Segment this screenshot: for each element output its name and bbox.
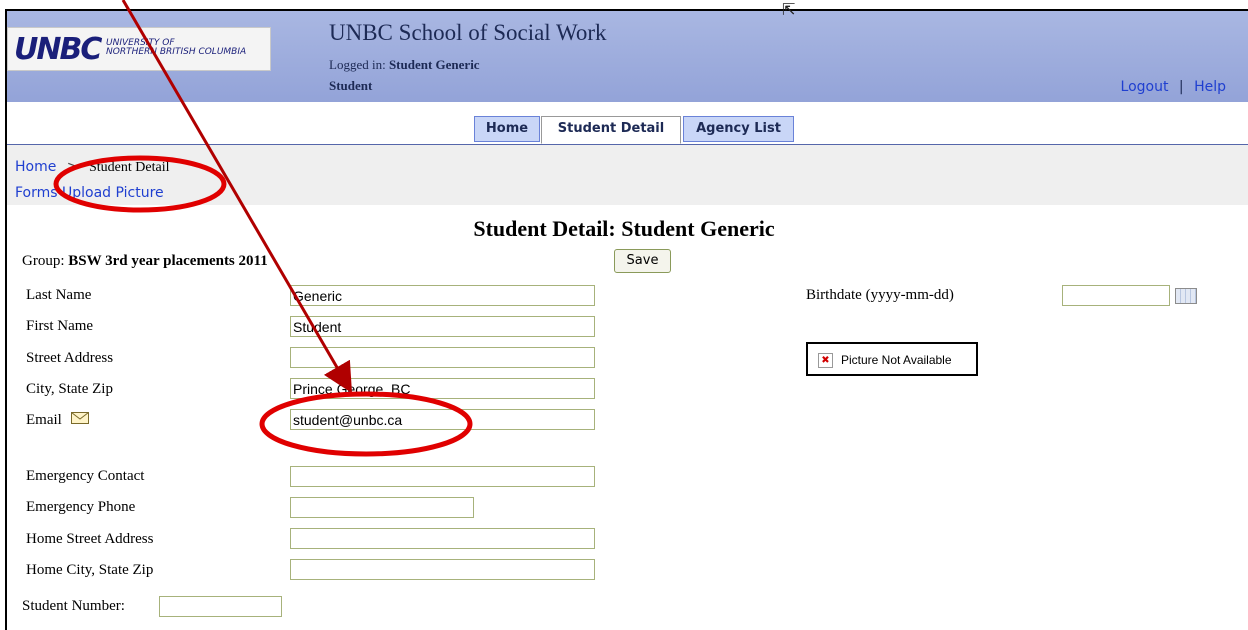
emergency-contact-label: Emergency Contact — [26, 468, 145, 484]
upload-picture-link[interactable]: Upload Picture — [62, 185, 164, 201]
logout-link[interactable]: Logout — [1121, 79, 1169, 95]
breadcrumb-current: Student Detail — [88, 160, 170, 175]
user-role: Student — [329, 78, 373, 93]
logo-text-line2: NORTHERN BRITISH COLUMBIA — [106, 47, 247, 57]
logo-text: UNIVERSITY OF NORTHERN BRITISH COLUMBIA — [106, 39, 246, 57]
student-number-label: Student Number: — [22, 598, 125, 614]
forms-link[interactable]: Forms — [15, 185, 58, 201]
emergency-phone-label: Emergency Phone — [26, 499, 136, 515]
street-address-label: Street Address — [26, 350, 114, 366]
email-label: Email — [26, 412, 62, 428]
logo-mark: UNBC — [14, 32, 102, 67]
student-picture: ✖ Picture Not Available — [806, 342, 978, 376]
group-value: BSW 3rd year placements 2011 — [68, 253, 268, 269]
last-name-input[interactable]: Generic — [290, 285, 595, 306]
tab-home[interactable]: Home — [474, 116, 540, 142]
first-name-input[interactable]: Student — [290, 316, 595, 337]
logged-in-line: Logged in: Student Generic — [329, 57, 480, 73]
emergency-contact-input[interactable] — [290, 466, 595, 487]
home-city-state-zip-input[interactable] — [290, 559, 595, 580]
broken-image-icon: ✖ — [818, 353, 833, 368]
last-name-label: Last Name — [26, 287, 92, 303]
page-title: Student Detail: Student Generic — [473, 216, 775, 241]
save-button[interactable]: Save — [614, 249, 671, 273]
group-prefix: Group: — [22, 253, 65, 269]
email-input[interactable]: student@unbc.ca — [290, 409, 595, 430]
breadcrumb-bar: Home > Student Detail Forms Upload Pictu… — [7, 145, 1248, 205]
unbc-logo[interactable]: UNBC UNIVERSITY OF NORTHERN BRITISH COLU… — [7, 27, 271, 71]
picture-alt-text: Picture Not Available — [841, 353, 952, 367]
student-number-input[interactable] — [159, 596, 282, 617]
calendar-icon[interactable] — [1175, 288, 1197, 304]
logged-in-user: Student Generic — [388, 57, 480, 72]
tab-bar: Home Student Detail Agency List — [7, 102, 1248, 145]
tab-agency-list[interactable]: Agency List — [683, 116, 794, 142]
page-frame: UNBC UNIVERSITY OF NORTHERN BRITISH COLU… — [0, 0, 1248, 630]
breadcrumb-home[interactable]: Home — [15, 159, 56, 175]
breadcrumb: Home > Student Detail — [15, 159, 169, 176]
mouse-pointer-icon: ⇱ — [782, 0, 796, 19]
breadcrumb-separator: > — [66, 159, 79, 175]
site-title: UNBC School of Social Work — [329, 20, 607, 45]
city-state-zip-label: City, State Zip — [26, 381, 113, 397]
help-link[interactable]: Help — [1194, 79, 1226, 95]
header-links: Logout | Help — [1121, 79, 1226, 95]
sub-navigation: Forms Upload Picture — [15, 185, 164, 201]
logged-in-prefix: Logged in: — [329, 57, 386, 72]
first-name-label: First Name — [26, 318, 94, 334]
street-address-input[interactable] — [290, 347, 595, 368]
group-line: Group: BSW 3rd year placements 2011 — [22, 253, 268, 270]
home-street-address-label: Home Street Address — [26, 531, 154, 547]
envelope-icon[interactable] — [71, 412, 89, 424]
emergency-phone-input[interactable] — [290, 497, 474, 518]
home-street-address-input[interactable] — [290, 528, 595, 549]
birthdate-input[interactable] — [1062, 285, 1170, 306]
header-link-separator: | — [1178, 79, 1184, 95]
birthdate-label: Birthdate (yyyy-mm-dd) — [806, 287, 954, 303]
city-state-zip-input[interactable]: Prince George, BC — [290, 378, 595, 399]
tab-student-detail[interactable]: Student Detail — [541, 116, 681, 144]
home-city-state-zip-label: Home City, State Zip — [26, 562, 154, 578]
